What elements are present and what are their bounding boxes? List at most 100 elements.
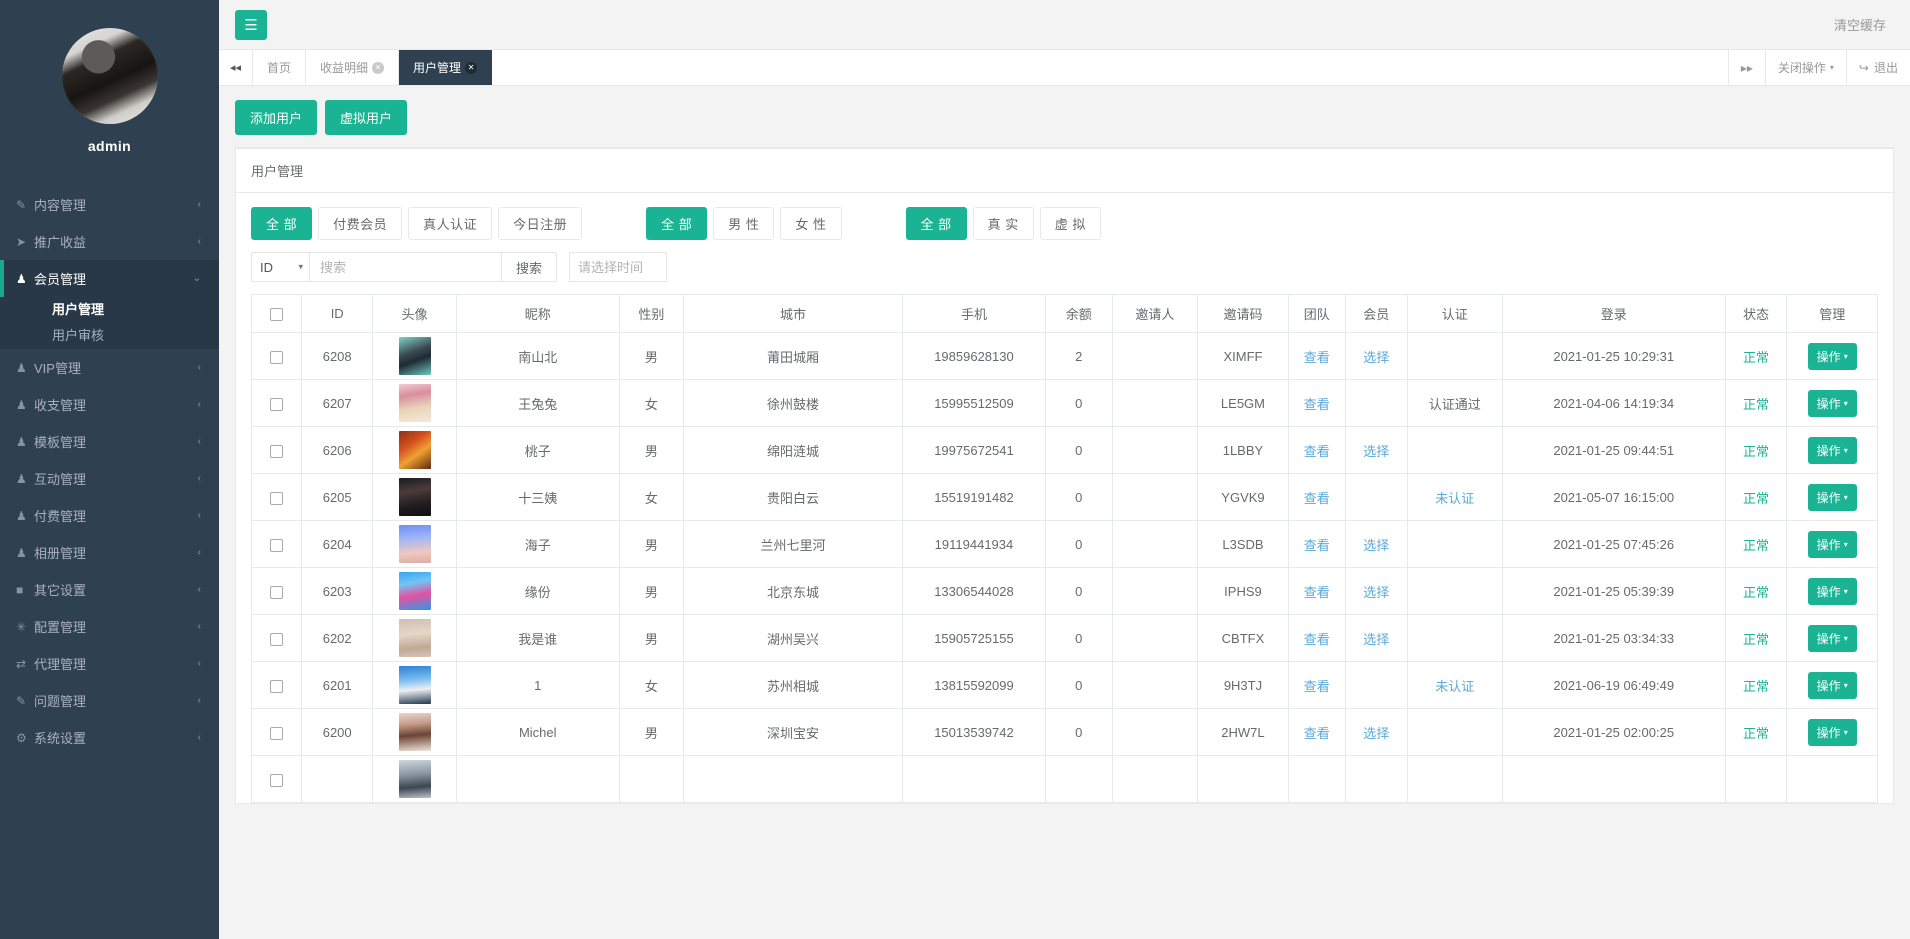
row-checkbox[interactable] (270, 351, 283, 364)
cell-member[interactable]: 选择 (1345, 709, 1407, 756)
row-checkbox[interactable] (270, 727, 283, 740)
sidebar-item-5[interactable]: ♟模板管理‹ (0, 423, 219, 460)
sidebar-subitem-1[interactable]: 用户审核 (0, 323, 219, 349)
member-select-link[interactable]: 选择 (1363, 632, 1389, 647)
cell-manage[interactable]: 操作▾ (1787, 615, 1878, 662)
member-select-link[interactable]: 选择 (1363, 585, 1389, 600)
member-select-link[interactable]: 选择 (1363, 350, 1389, 365)
user-avatar-thumbnail[interactable] (399, 431, 431, 469)
tab-2[interactable]: 用户管理✕ (399, 50, 492, 85)
row-checkbox-cell[interactable] (252, 474, 302, 521)
add-user-button[interactable]: 添加用户 (235, 100, 317, 135)
operations-dropdown-button[interactable]: 操作▾ (1808, 484, 1857, 511)
team-view-link[interactable]: 查看 (1304, 726, 1330, 741)
user-avatar-thumbnail[interactable] (399, 713, 431, 751)
clear-cache-link[interactable]: 清空缓存 (1834, 15, 1886, 34)
cell-manage[interactable]: 操作▾ (1787, 474, 1878, 521)
tabs-next-button[interactable]: ▸▸ (1728, 50, 1765, 85)
filter-group1-3[interactable]: 今日注册 (498, 207, 582, 240)
user-avatar-thumbnail[interactable] (399, 384, 431, 422)
cell-manage[interactable] (1787, 756, 1878, 803)
filter-group1-2[interactable]: 真人认证 (408, 207, 492, 240)
filter-group2-0[interactable]: 全 部 (646, 207, 707, 240)
filter-group1-0[interactable]: 全 部 (251, 207, 312, 240)
row-checkbox[interactable] (270, 445, 283, 458)
date-picker-input[interactable] (569, 252, 667, 282)
operations-dropdown-button[interactable]: 操作▾ (1808, 531, 1857, 558)
filter-group3-0[interactable]: 全 部 (906, 207, 967, 240)
operations-dropdown-button[interactable]: 操作▾ (1808, 719, 1857, 746)
close-operations-dropdown[interactable]: 关闭操作 ▾ (1765, 50, 1846, 85)
user-avatar-thumbnail[interactable] (399, 478, 431, 516)
cell-manage[interactable]: 操作▾ (1787, 662, 1878, 709)
cell-team[interactable]: 查看 (1288, 521, 1345, 568)
row-checkbox-cell[interactable] (252, 333, 302, 380)
member-select-link[interactable]: 选择 (1363, 726, 1389, 741)
cell-member[interactable] (1345, 380, 1407, 427)
operations-dropdown-button[interactable]: 操作▾ (1808, 390, 1857, 417)
row-checkbox-cell[interactable] (252, 662, 302, 709)
row-checkbox[interactable] (270, 539, 283, 552)
tab-0[interactable]: 首页 (253, 50, 306, 85)
sidebar-subitem-0[interactable]: 用户管理 (0, 297, 219, 323)
cell-team[interactable]: 查看 (1288, 474, 1345, 521)
sidebar-item-7[interactable]: ♟付费管理‹ (0, 497, 219, 534)
team-view-link[interactable]: 查看 (1304, 679, 1330, 694)
cell-member[interactable] (1345, 756, 1407, 803)
sidebar-item-9[interactable]: ■其它设置‹ (0, 571, 219, 608)
row-checkbox[interactable] (270, 633, 283, 646)
operations-dropdown-button[interactable]: 操作▾ (1808, 672, 1857, 699)
filter-group2-2[interactable]: 女 性 (780, 207, 841, 240)
cell-member[interactable]: 选择 (1345, 568, 1407, 615)
row-checkbox-cell[interactable] (252, 568, 302, 615)
user-avatar-thumbnail[interactable] (399, 572, 431, 610)
tabs-prev-button[interactable]: ◂◂ (219, 50, 253, 85)
team-view-link[interactable]: 查看 (1304, 397, 1330, 412)
row-checkbox-cell[interactable] (252, 615, 302, 662)
row-checkbox[interactable] (270, 398, 283, 411)
cell-manage[interactable]: 操作▾ (1787, 333, 1878, 380)
filter-group2-1[interactable]: 男 性 (713, 207, 774, 240)
row-checkbox-cell[interactable] (252, 427, 302, 474)
sidebar-item-4[interactable]: ♟收支管理‹ (0, 386, 219, 423)
team-view-link[interactable]: 查看 (1304, 444, 1330, 459)
filter-group3-1[interactable]: 真 实 (973, 207, 1034, 240)
sidebar-item-10[interactable]: ✳配置管理‹ (0, 608, 219, 645)
cell-member[interactable]: 选择 (1345, 427, 1407, 474)
cell-manage[interactable]: 操作▾ (1787, 709, 1878, 756)
row-checkbox[interactable] (270, 492, 283, 505)
logout-button[interactable]: ↪ 退出 (1846, 50, 1910, 85)
cell-manage[interactable]: 操作▾ (1787, 521, 1878, 568)
search-input[interactable] (309, 252, 502, 282)
sidebar-item-12[interactable]: ✎问题管理‹ (0, 682, 219, 719)
sidebar-item-11[interactable]: ⇄代理管理‹ (0, 645, 219, 682)
cell-team[interactable]: 查看 (1288, 709, 1345, 756)
row-checkbox[interactable] (270, 586, 283, 599)
sidebar-item-6[interactable]: ♟互动管理‹ (0, 460, 219, 497)
search-button[interactable]: 搜索 (502, 252, 557, 282)
team-view-link[interactable]: 查看 (1304, 585, 1330, 600)
cell-member[interactable] (1345, 474, 1407, 521)
cell-team[interactable]: 查看 (1288, 333, 1345, 380)
user-avatar-thumbnail[interactable] (399, 337, 431, 375)
row-checkbox-cell[interactable] (252, 709, 302, 756)
sidebar-item-2[interactable]: ♟会员管理⌄ (0, 260, 219, 297)
select-all-checkbox-header[interactable] (252, 295, 302, 333)
search-field-select[interactable]: ID (251, 252, 309, 282)
sidebar-item-1[interactable]: ➤推广收益‹ (0, 223, 219, 260)
sidebar-item-0[interactable]: ✎内容管理‹ (0, 186, 219, 223)
cell-team[interactable]: 查看 (1288, 615, 1345, 662)
cell-team[interactable]: 查看 (1288, 662, 1345, 709)
operations-dropdown-button[interactable]: 操作▾ (1808, 578, 1857, 605)
cell-member[interactable]: 选择 (1345, 521, 1407, 568)
cell-member[interactable]: 选择 (1345, 615, 1407, 662)
filter-group1-1[interactable]: 付费会员 (318, 207, 402, 240)
member-select-link[interactable]: 选择 (1363, 538, 1389, 553)
tab-1[interactable]: 收益明细✕ (306, 50, 399, 85)
team-view-link[interactable]: 查看 (1304, 350, 1330, 365)
row-checkbox[interactable] (270, 774, 283, 787)
team-view-link[interactable]: 查看 (1304, 491, 1330, 506)
row-checkbox-cell[interactable] (252, 756, 302, 803)
cell-manage[interactable]: 操作▾ (1787, 427, 1878, 474)
cell-team[interactable]: 查看 (1288, 380, 1345, 427)
